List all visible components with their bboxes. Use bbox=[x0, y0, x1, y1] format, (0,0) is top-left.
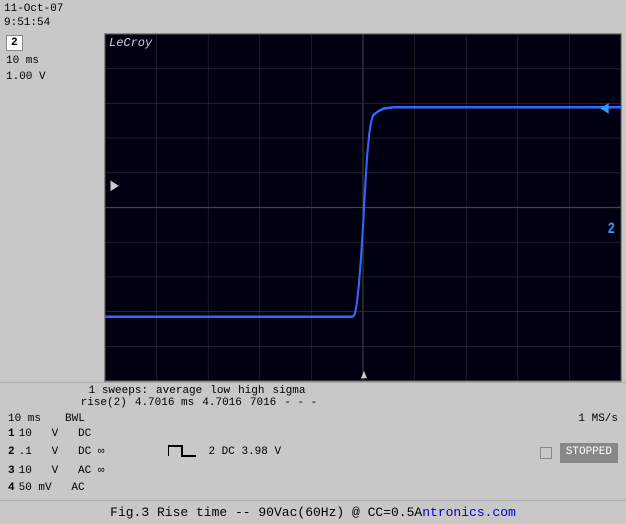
stopped-indicator bbox=[540, 447, 552, 459]
stopped-area: STOPPED bbox=[540, 443, 618, 463]
svg-text:2: 2 bbox=[608, 221, 615, 239]
channel-info: 10 ms 1.00 V bbox=[6, 53, 46, 86]
channel-rows: 1 10 V DC 2 .1 V DC ∞ 2 DC 3.98 V STOPPE… bbox=[8, 426, 618, 498]
scope-screen: LeCroy bbox=[104, 33, 622, 382]
time-div: 10 ms bbox=[6, 53, 46, 70]
sigma-label: sigma bbox=[272, 385, 305, 397]
sigma-val: - - - bbox=[284, 397, 317, 409]
ch4-row: 4 50 mV AC bbox=[8, 480, 618, 498]
low-val: 4.7016 bbox=[202, 397, 242, 409]
time: 9:51:54 bbox=[4, 17, 50, 29]
status-row1: 10 ms BWL 1 MS/s bbox=[8, 413, 618, 425]
high-val: 7016 bbox=[250, 397, 276, 409]
bwl-label: BWL bbox=[65, 413, 85, 425]
caption-text: Fig.3 Rise time -- 90Vac(60Hz) @ CC=0.5A bbox=[110, 505, 422, 520]
status-right: 1 MS/s bbox=[578, 413, 618, 425]
caption: Fig.3 Rise time -- 90Vac(60Hz) @ CC=0.5A… bbox=[0, 500, 626, 524]
stopped-badge: STOPPED bbox=[560, 443, 618, 463]
average-val: 4.7016 ms bbox=[135, 397, 194, 409]
ch2-dc-info: 2 DC 3.98 V bbox=[208, 444, 281, 462]
low-label: low bbox=[210, 385, 230, 397]
timestamp: 11-Oct-07 9:51:54 bbox=[4, 2, 63, 31]
bottom-status: 10 ms BWL 1 MS/s 1 10 V DC 2 .1 V DC ∞ bbox=[0, 411, 626, 500]
left-panel: 2 10 ms 1.00 V bbox=[4, 33, 104, 382]
main-container: 11-Oct-07 9:51:54 2 10 ms 1.00 V LeCroy bbox=[0, 0, 626, 524]
measurements-header: 1 sweeps: average low high sigma bbox=[8, 385, 618, 397]
high-label: high bbox=[238, 385, 264, 397]
sweeps-val: 1 sweeps: bbox=[89, 385, 148, 397]
svg-text:◄: ◄ bbox=[600, 98, 609, 119]
average-label: average bbox=[156, 385, 202, 397]
channel-badge: 2 bbox=[6, 35, 23, 51]
caption-suffix: ntronics.com bbox=[422, 505, 516, 520]
date: 11-Oct-07 bbox=[4, 3, 63, 15]
sweeps-label bbox=[8, 385, 81, 397]
time-div-status: 10 ms bbox=[8, 413, 41, 425]
ch1-row: 1 10 V DC bbox=[8, 426, 618, 444]
sample-rate: 1 MS/s bbox=[578, 413, 618, 425]
measurements-bar: 1 sweeps: average low high sigma rise(2)… bbox=[0, 382, 626, 411]
top-bar: 11-Oct-07 9:51:54 bbox=[0, 0, 626, 33]
measurements-values: rise(2) 4.7016 ms 4.7016 7016 - - - bbox=[8, 397, 618, 409]
ch3-row: 3 10 V AC ∞ bbox=[8, 463, 618, 481]
svg-text:►: ► bbox=[110, 175, 119, 196]
param-label: rise(2) bbox=[8, 397, 127, 409]
scope-svg: ► ◄ ▲ 2 bbox=[105, 34, 621, 381]
volt-div: 1.00 V bbox=[6, 69, 46, 86]
svg-text:▲: ▲ bbox=[361, 368, 367, 380]
scope-area: 2 10 ms 1.00 V LeCroy bbox=[0, 33, 626, 382]
ch2-row: 2 .1 V DC ∞ 2 DC 3.98 V STOPPED bbox=[8, 443, 618, 463]
